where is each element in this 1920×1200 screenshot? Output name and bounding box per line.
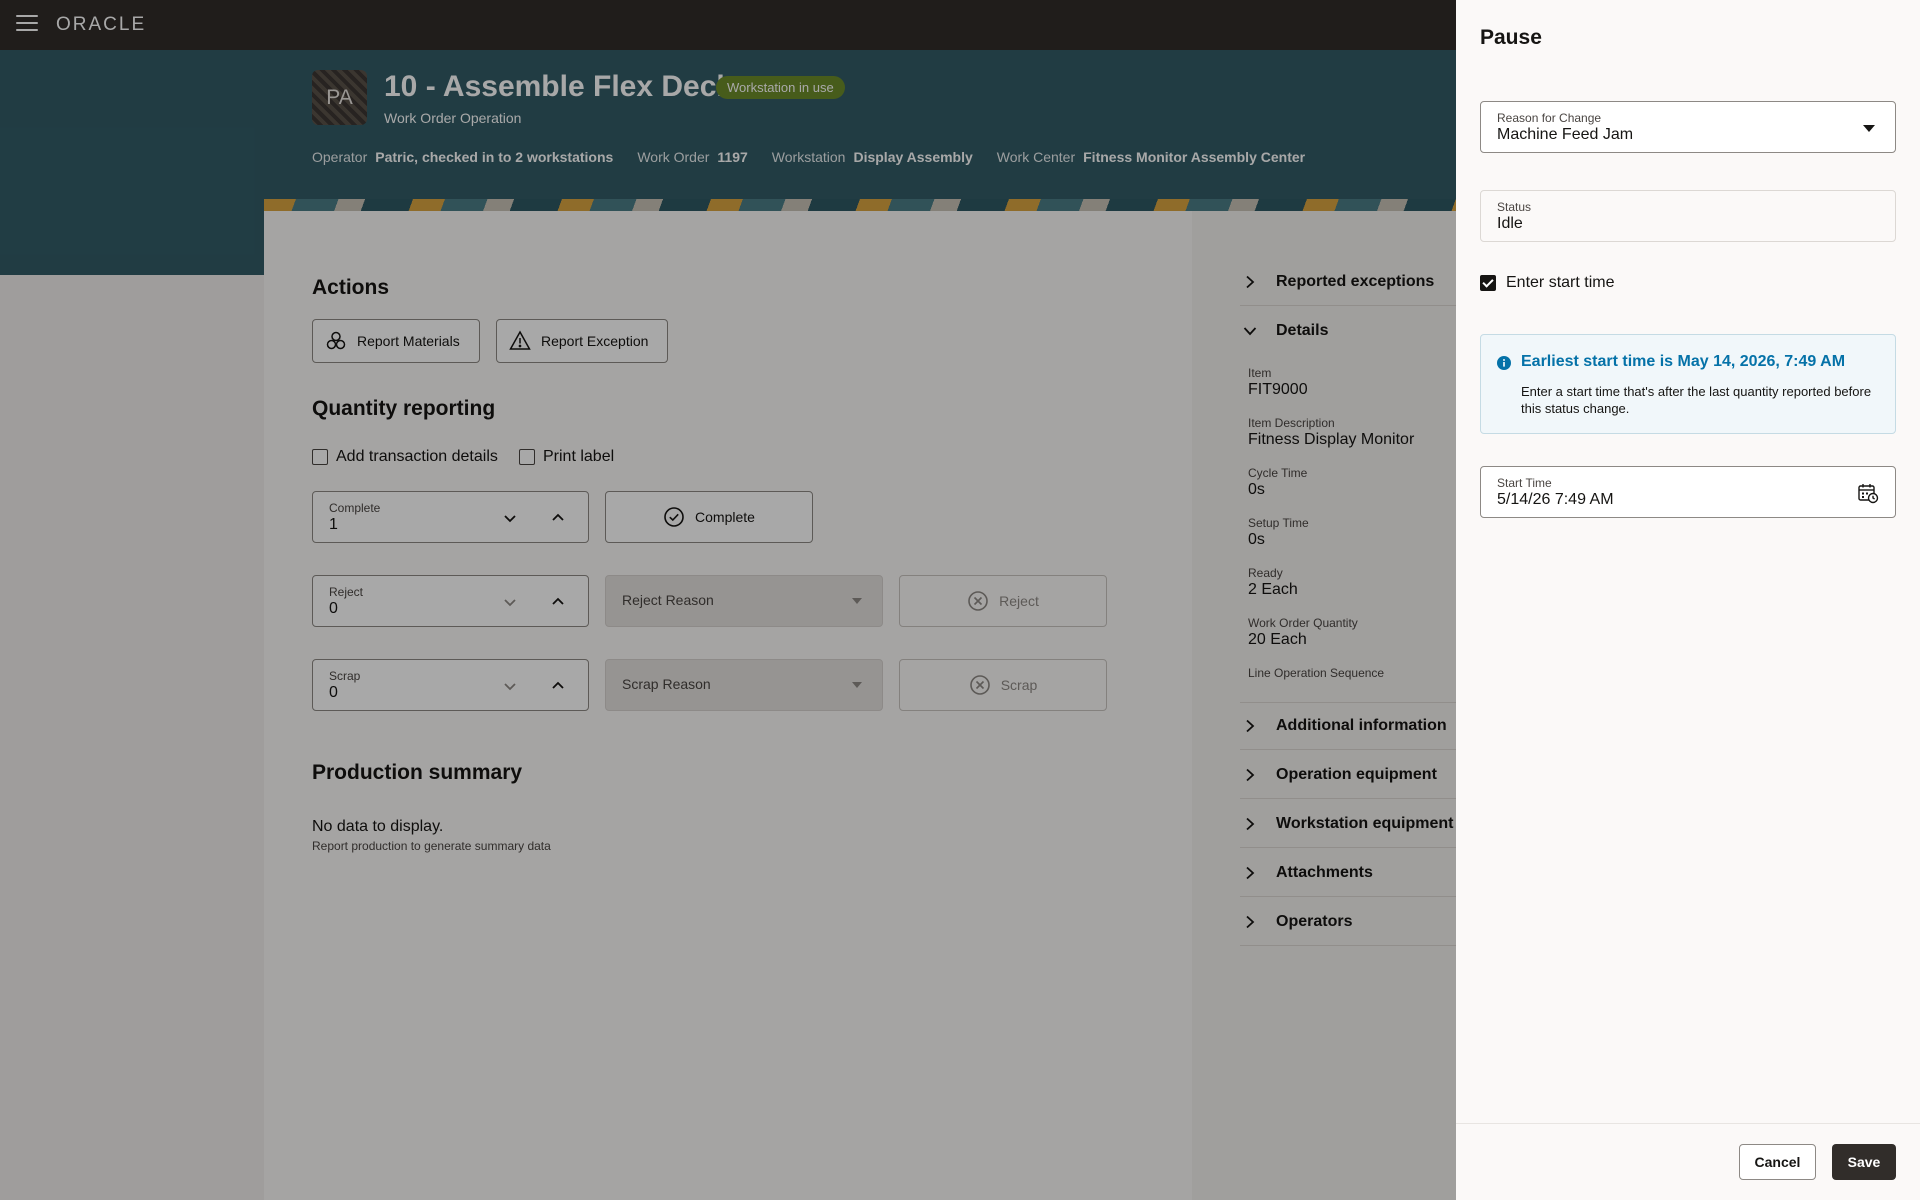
start-time-value[interactable]: 5/14/26 7:49 AM xyxy=(1497,491,1614,509)
info-title: Earliest start time is May 14, 2026, 7:4… xyxy=(1521,353,1846,370)
start-time-label: Start Time xyxy=(1497,476,1552,490)
start-time-input[interactable]: Start Time 5/14/26 7:49 AM xyxy=(1480,466,1896,518)
save-button[interactable]: Save xyxy=(1832,1144,1896,1180)
checkbox-checked[interactable] xyxy=(1480,275,1496,291)
drawer-title: Pause xyxy=(1480,26,1542,49)
status-field-label: Status xyxy=(1497,200,1532,214)
status-field-value: Idle xyxy=(1497,215,1523,232)
cancel-button[interactable]: Cancel xyxy=(1739,1144,1816,1180)
reason-field-value[interactable]: Machine Feed Jam xyxy=(1497,126,1633,144)
status-field: Status Idle xyxy=(1480,190,1896,242)
calendar-clock-icon[interactable] xyxy=(1857,482,1879,509)
reason-for-change-select[interactable]: Reason for Change Machine Feed Jam xyxy=(1480,101,1896,153)
reason-field-label: Reason for Change xyxy=(1497,111,1602,125)
enter-start-time-checkbox[interactable]: Enter start time xyxy=(1480,274,1614,292)
drawer-footer: Cancel Save xyxy=(1456,1123,1920,1200)
modal-scrim[interactable] xyxy=(0,0,1456,1200)
enter-start-time-label: Enter start time xyxy=(1506,274,1615,291)
pause-drawer: Pause Reason for Change Machine Feed Jam… xyxy=(1456,0,1920,1200)
dropdown-caret-icon[interactable] xyxy=(1863,125,1875,132)
info-message: Earliest start time is May 14, 2026, 7:4… xyxy=(1480,334,1896,434)
info-text: Enter a start time that's after the last… xyxy=(1521,384,1872,416)
info-icon xyxy=(1497,356,1511,375)
